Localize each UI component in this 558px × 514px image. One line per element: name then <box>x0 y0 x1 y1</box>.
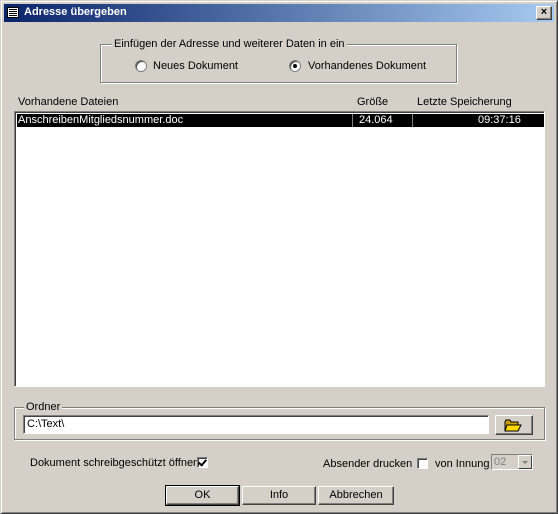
radio-existing-document[interactable] <box>289 60 301 72</box>
file-name: AnschreibenMitgliedsnummer.doc <box>18 114 184 126</box>
radio-new-document[interactable] <box>135 60 147 72</box>
insert-group-label: Einfügen der Adresse und weiterer Daten … <box>112 38 347 50</box>
list-item[interactable]: AnschreibenMitgliedsnummer.doc 24.064 09… <box>17 114 544 127</box>
sender-label: Absender drucken <box>323 458 413 470</box>
cancel-button[interactable]: Abbrechen <box>318 486 394 505</box>
chevron-down-icon[interactable] <box>518 455 532 469</box>
title-bar[interactable]: Adresse übergeben × <box>4 4 554 22</box>
form-icon <box>7 7 19 18</box>
sender-checkbox[interactable] <box>417 458 428 469</box>
folder-path-input[interactable]: C:\Text\ <box>23 415 489 434</box>
guild-select-value: 02 <box>494 456 507 468</box>
open-folder-icon <box>504 419 522 432</box>
browse-folder-button[interactable] <box>495 415 533 435</box>
column-header-saved: Letzte Speicherung <box>417 96 512 108</box>
column-separator <box>412 114 413 127</box>
radio-existing-document-label[interactable]: Vorhandenes Dokument <box>308 60 426 72</box>
folder-group-label: Ordner <box>24 401 63 413</box>
column-header-name: Vorhandene Dateien <box>18 96 119 108</box>
column-separator <box>352 114 353 127</box>
readonly-label: Dokument schreibgeschützt öffnen <box>30 457 200 469</box>
radio-new-document-label[interactable]: Neues Dokument <box>153 60 238 72</box>
guild-select[interactable]: 02 <box>491 454 533 470</box>
file-saved-time: 09:37:16 <box>478 114 521 126</box>
guild-label: von Innung <box>435 458 490 470</box>
ok-button[interactable]: OK <box>165 485 240 506</box>
file-size: 24.064 <box>359 114 393 126</box>
dialog-window: Adresse übergeben × Einfügen der Adresse… <box>0 0 558 514</box>
window-title: Adresse übergeben <box>24 6 127 18</box>
readonly-checkbox[interactable] <box>197 457 208 468</box>
file-list[interactable]: AnschreibenMitgliedsnummer.doc 24.064 09… <box>14 111 545 387</box>
close-button[interactable]: × <box>536 6 552 20</box>
column-header-size: Größe <box>357 96 389 108</box>
info-button[interactable]: Info <box>242 486 316 505</box>
